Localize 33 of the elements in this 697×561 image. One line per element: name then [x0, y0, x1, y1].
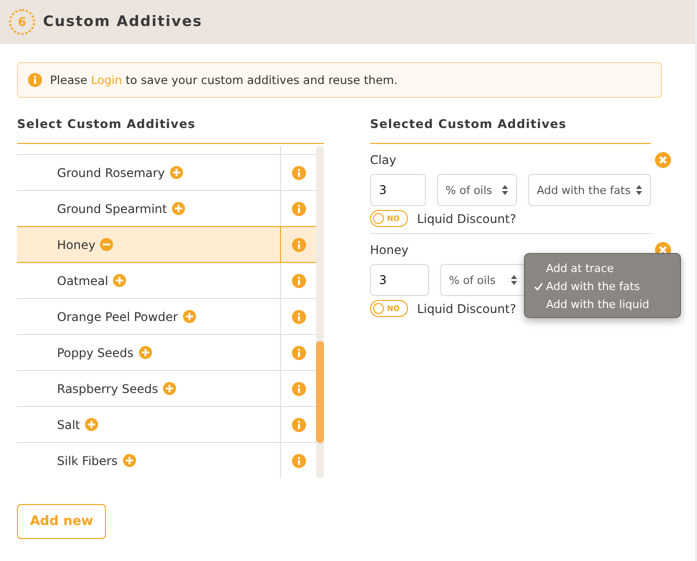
additive-row[interactable]: Ground Rosemary: [17, 155, 316, 191]
additive-row[interactable]: Poppy Seeds: [17, 335, 316, 371]
additive-row[interactable]: Silk Fibers: [17, 443, 316, 478]
amount-field[interactable]: 3: [370, 174, 426, 206]
section-title: Custom Additives: [43, 14, 202, 30]
menu-item[interactable]: Add at trace: [525, 259, 680, 277]
additive-row[interactable]: Raspberry Seeds: [17, 371, 316, 407]
additive-name: Raspberry Seeds: [57, 382, 158, 396]
additive-name: Salt: [57, 418, 80, 432]
additive-name: Poppy Seeds: [57, 346, 134, 360]
unit-select[interactable]: % of oils: [436, 174, 517, 206]
additive-row[interactable]: Honey: [17, 226, 316, 263]
discount-label: Liquid Discount?: [417, 302, 516, 316]
additive-name: Oatmeal: [57, 274, 108, 288]
additive-name: Orange Peel Powder: [57, 310, 178, 324]
discount-label: Liquid Discount?: [417, 212, 516, 226]
notice-text: Please Login to save your custom additives and reuse them.: [50, 73, 398, 87]
additive-row[interactable]: Orange Peel Powder: [17, 299, 316, 335]
additive-name: Clay: [370, 153, 396, 167]
stage-select[interactable]: Add with the fats: [528, 174, 651, 206]
additive-name: Honey: [57, 238, 96, 252]
additive-name: Silk Fibers: [57, 454, 118, 468]
additive-row[interactable]: Salt: [17, 407, 316, 443]
additive-row[interactable]: Oatmeal: [17, 263, 316, 299]
additive-name: Honey: [370, 243, 408, 257]
additive-name: Ground Spearmint: [57, 202, 167, 216]
step-number: 6: [9, 9, 35, 35]
menu-item[interactable]: Add with the liquid: [525, 295, 680, 313]
list-title: Select Custom Additives: [17, 117, 324, 144]
amount-field[interactable]: 3: [370, 264, 429, 296]
menu-item[interactable]: Add with the fats: [525, 277, 680, 295]
selected-title: Selected Custom Additives: [370, 117, 651, 144]
additive-name: Ground Rosemary: [57, 166, 165, 180]
